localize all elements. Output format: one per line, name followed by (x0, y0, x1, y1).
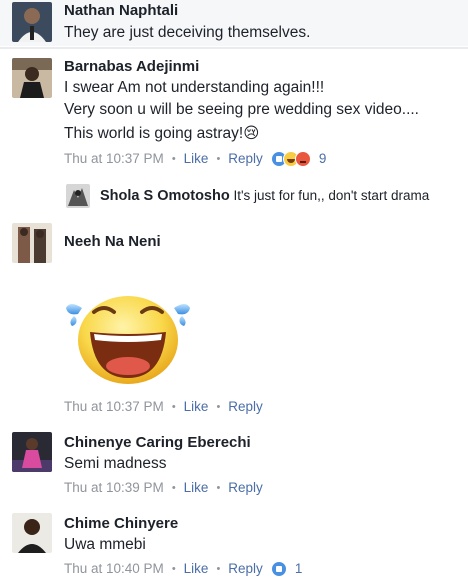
comment-text-line-2: Very soon u will be seeing pre wedding s… (64, 101, 419, 118)
laughing-face-sticker (66, 296, 190, 384)
comment-text: Semi madness (64, 455, 167, 472)
avatar[interactable] (12, 513, 52, 553)
reaction-count[interactable]: 1 (295, 560, 303, 578)
reaction-summary[interactable] (270, 151, 311, 167)
separator-dot: • (216, 563, 221, 575)
comment-text: Uwa mmebi (64, 536, 146, 553)
avatar[interactable] (12, 432, 52, 472)
comment-timestamp[interactable]: Thu at 10:40 PM (64, 560, 164, 578)
separator-dot: • (216, 153, 221, 165)
like-button[interactable]: Like (184, 560, 209, 578)
comment-meta: Thu at 10:39 PM • Like • Reply (64, 479, 460, 497)
comment-author[interactable]: Chinenye Caring Eberechi (64, 434, 460, 452)
comment-meta: Thu at 10:40 PM • Like • Reply 1 (64, 560, 460, 578)
reply-button[interactable]: Reply (228, 479, 263, 497)
reply-comment: Shola S Omotosho It's just for fun,, don… (100, 186, 460, 206)
separator-dot: • (171, 153, 176, 165)
comment-meta: Thu at 10:37 PM • Like • Reply (64, 398, 460, 416)
like-button[interactable]: Like (184, 479, 209, 497)
separator-dot: • (216, 401, 221, 413)
comment-text: They are just deceiving themselves. (64, 24, 311, 41)
reply-button[interactable]: Reply (228, 398, 263, 416)
like-reaction-icon (270, 561, 287, 577)
divider (0, 47, 468, 49)
separator-dot: • (171, 482, 176, 494)
comment-timestamp[interactable]: Thu at 10:37 PM (64, 150, 164, 168)
comment-author[interactable]: Chime Chinyere (64, 515, 460, 533)
comment-thread: Nathan Naphtali They are just deceiving … (0, 0, 468, 585)
reply-author[interactable]: Shola S Omotosho (100, 188, 230, 204)
angry-reaction-icon (294, 151, 311, 167)
comment-text-line-3: This world is going astray!😢 (64, 125, 260, 142)
comment-author[interactable]: Nathan Naphtali (64, 2, 460, 20)
comment-text-line-1: I swear Am not understanding again!!! (64, 79, 325, 96)
like-button[interactable]: Like (184, 150, 209, 168)
avatar[interactable] (12, 2, 52, 42)
comment-meta: Thu at 10:37 PM • Like • Reply 9 (64, 150, 460, 168)
comment-timestamp[interactable]: Thu at 10:39 PM (64, 479, 164, 497)
reaction-count[interactable]: 9 (319, 150, 327, 168)
reply-button[interactable]: Reply (228, 150, 263, 168)
reaction-summary[interactable] (270, 561, 287, 577)
reply-text: It's just for fun,, don't start drama (233, 188, 430, 203)
comment-author[interactable]: Neeh Na Neni (64, 233, 460, 251)
comment-timestamp[interactable]: Thu at 10:37 PM (64, 398, 164, 416)
avatar[interactable] (12, 58, 52, 98)
like-button[interactable]: Like (184, 398, 209, 416)
separator-dot: • (171, 563, 176, 575)
avatar[interactable] (12, 223, 52, 263)
separator-dot: • (216, 482, 221, 494)
comment-author[interactable]: Barnabas Adejinmi (64, 58, 460, 76)
reply-avatar[interactable] (66, 184, 90, 208)
separator-dot: • (171, 401, 176, 413)
reply-button[interactable]: Reply (228, 560, 263, 578)
